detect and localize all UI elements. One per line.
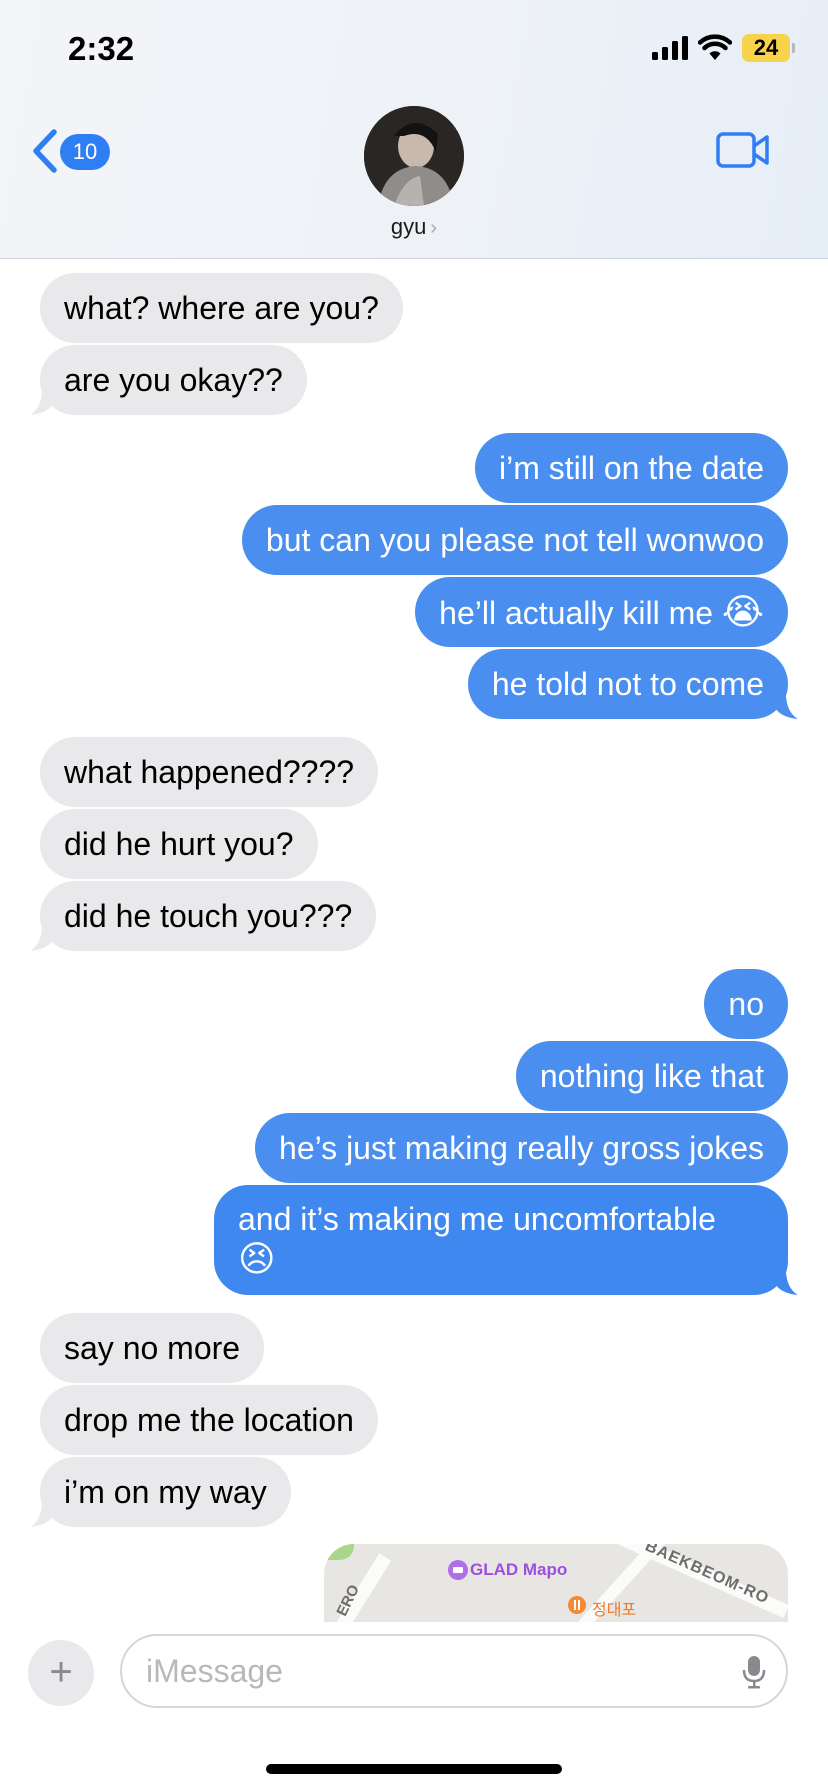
- map-place-label: GLAD Mapo: [470, 1560, 568, 1579]
- contact-avatar[interactable]: [364, 106, 464, 206]
- bubble-tail: [30, 381, 54, 415]
- bubble-tail: [30, 917, 54, 951]
- video-camera-icon[interactable]: [716, 132, 770, 168]
- battery-tip: [792, 43, 795, 53]
- message-text: are you okay??: [64, 362, 283, 398]
- message-text: did he hurt you?: [64, 826, 294, 862]
- conversation-header: 2:32 24 10 gyu ›: [0, 0, 828, 259]
- incoming-message[interactable]: i’m on my way: [30, 1457, 291, 1527]
- incoming-message[interactable]: drop me the location: [40, 1385, 378, 1455]
- chevron-left-icon: [33, 129, 57, 173]
- imessage-input[interactable]: iMessage: [120, 1634, 788, 1708]
- contact-name-button[interactable]: gyu ›: [0, 214, 828, 240]
- restaurant-icon: [568, 1596, 586, 1614]
- map-food-label: 정대포: [592, 1602, 637, 1619]
- incoming-message[interactable]: what? where are you?: [40, 273, 403, 343]
- message-text: he’s just making really gross jokes: [279, 1130, 764, 1166]
- unread-count-badge: 10: [60, 134, 110, 170]
- outgoing-message[interactable]: no: [704, 969, 788, 1039]
- outgoing-message[interactable]: he’s just making really gross jokes: [255, 1113, 788, 1183]
- message-text: what happened????: [64, 754, 355, 790]
- outgoing-message[interactable]: he told not to come: [467, 649, 798, 719]
- home-indicator[interactable]: [266, 1764, 562, 1774]
- message-text: no: [728, 986, 764, 1022]
- cellular-signal-icon: [652, 36, 688, 60]
- messages-screen: 2:32 24 10 gyu › what? where are you? ar…: [0, 0, 828, 1792]
- message-text: did he touch you???: [64, 898, 353, 934]
- back-button[interactable]: 10: [30, 128, 120, 174]
- microphone-icon[interactable]: [742, 1654, 766, 1690]
- message-text: and it’s making me uncomfortable: [238, 1201, 716, 1237]
- incoming-message[interactable]: did he touch you???: [30, 881, 377, 951]
- map-park-area: [324, 1544, 354, 1560]
- compose-bar: + iMessage: [0, 1622, 828, 1792]
- contact-name: gyu: [390, 214, 427, 239]
- outgoing-message[interactable]: i’m still on the date: [474, 433, 788, 503]
- hotel-icon: [448, 1560, 468, 1580]
- bubble-tail: [774, 685, 798, 719]
- message-text: i’m still on the date: [498, 450, 764, 486]
- outgoing-message[interactable]: nothing like that: [515, 1041, 788, 1111]
- incoming-message[interactable]: what happened????: [40, 737, 379, 807]
- chevron-right-icon: ›: [430, 217, 438, 239]
- bubble-tail: [30, 1493, 54, 1527]
- message-text: but can you please not tell wonwoo: [265, 522, 764, 558]
- crying-face-emoji: 😭: [721, 591, 764, 632]
- outgoing-message[interactable]: but can you please not tell wonwoo: [241, 505, 788, 575]
- persevering-face-emoji: 😣: [238, 1238, 276, 1279]
- message-text: i’m on my way: [64, 1474, 267, 1510]
- message-text: nothing like that: [539, 1058, 764, 1094]
- input-placeholder: iMessage: [146, 1653, 283, 1689]
- message-text: he told not to come: [491, 666, 764, 702]
- outgoing-message[interactable]: and it’s making me uncomfortable 😣: [214, 1185, 798, 1295]
- shared-location-map[interactable]: ERO GLAD Mapo 정대포 BAEKBEOM-RO: [324, 1544, 788, 1622]
- bubble-tail: [774, 1261, 798, 1295]
- incoming-message[interactable]: are you okay??: [30, 345, 307, 415]
- wifi-icon: [698, 34, 732, 60]
- incoming-message[interactable]: say no more: [40, 1313, 265, 1383]
- map-road-label: BAEKBEOM-RO: [642, 1544, 772, 1608]
- message-text: say no more: [64, 1330, 241, 1366]
- message-thread[interactable]: what? where are you? are you okay?? i’m …: [0, 260, 828, 1622]
- avatar-photo: [364, 106, 464, 206]
- status-time: 2:32: [68, 30, 135, 67]
- battery-level: 24: [742, 34, 790, 62]
- plus-icon: +: [49, 1650, 73, 1694]
- apps-plus-button[interactable]: +: [28, 1640, 94, 1706]
- message-text: what? where are you?: [64, 290, 379, 326]
- outgoing-message[interactable]: he’ll actually kill me 😭: [415, 577, 788, 647]
- message-text: drop me the location: [64, 1402, 354, 1438]
- incoming-message[interactable]: did he hurt you?: [40, 809, 318, 879]
- message-text: he’ll actually kill me: [439, 595, 714, 631]
